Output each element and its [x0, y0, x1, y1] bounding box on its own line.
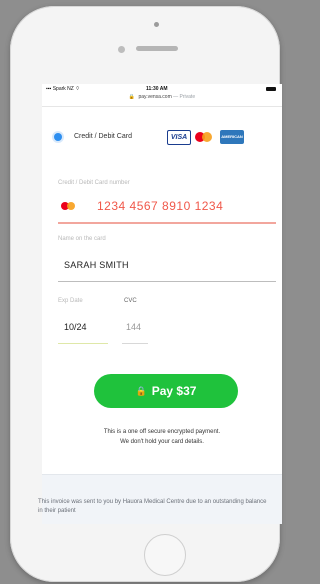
- radio-selected-icon[interactable]: [54, 133, 62, 141]
- mastercard-small-icon: [61, 201, 77, 211]
- amex-logo-icon: AMERICAN EXPRESS: [220, 130, 244, 153]
- card-number-input[interactable]: 1234 4567 8910 1234: [97, 199, 223, 213]
- url-bar[interactable]: 🔒 pay.vensa.com — Private: [42, 94, 282, 104]
- name-on-card-label: Name on the card: [58, 236, 106, 242]
- phone-frame: ▪▪▪ Spark NZ ⌔ 11:30 AM 🔒 pay.vensa.com …: [10, 6, 282, 582]
- exp-date-label: Exp Date: [58, 298, 83, 304]
- cvc-input[interactable]: 144: [126, 322, 141, 332]
- invoice-footer-text: This invoice was sent to you by Hauora M…: [38, 499, 267, 514]
- pay-button[interactable]: 🔒 Pay $37: [94, 374, 238, 408]
- home-button[interactable]: [144, 534, 186, 576]
- payment-method-label: Credit / Debit Card: [74, 133, 132, 140]
- top-divider: [42, 106, 282, 107]
- name-on-card-input[interactable]: SARAH SMITH: [64, 260, 129, 270]
- cvc-underline: [122, 343, 148, 344]
- signal-icon: ▪▪▪: [46, 86, 52, 92]
- url-domain: pay.vensa.com: [138, 94, 172, 100]
- lock-icon: 🔒: [128, 94, 136, 100]
- phone-screen: ▪▪▪ Spark NZ ⌔ 11:30 AM 🔒 pay.vensa.com …: [42, 84, 282, 524]
- wifi-icon: ⌔: [75, 86, 80, 92]
- visa-logo-icon: VISA: [167, 130, 191, 145]
- payment-method-option[interactable]: Credit / Debit Card VISA AMERICAN EXPRES…: [54, 130, 274, 153]
- card-number-label: Credit / Debit Card number: [58, 180, 130, 186]
- cvc-label: CVC: [124, 298, 137, 304]
- lock-icon: 🔒: [135, 386, 147, 396]
- front-camera: [118, 46, 125, 53]
- earpiece-speaker: [136, 46, 178, 51]
- carrier-label: ▪▪▪ Spark NZ ⌔: [46, 86, 80, 92]
- mastercard-logo-icon: [194, 131, 214, 143]
- secure-note-line-1: This is a one off secure encrypted payme…: [103, 429, 221, 435]
- exp-date-input[interactable]: 10/24: [64, 322, 87, 332]
- status-time: 11:30 AM: [146, 86, 168, 92]
- sensor-dot: [154, 22, 159, 27]
- secure-note-line-2: We don't hold your card details.: [120, 439, 204, 445]
- secure-payment-note: This is a one off secure encrypted payme…: [70, 427, 254, 447]
- card-number-underline: [58, 222, 276, 224]
- battery-icon: [266, 87, 276, 91]
- name-underline: [58, 281, 276, 282]
- private-mode-label: — Private: [173, 94, 196, 100]
- pay-button-label: Pay $37: [151, 384, 197, 398]
- exp-date-underline: [58, 343, 108, 344]
